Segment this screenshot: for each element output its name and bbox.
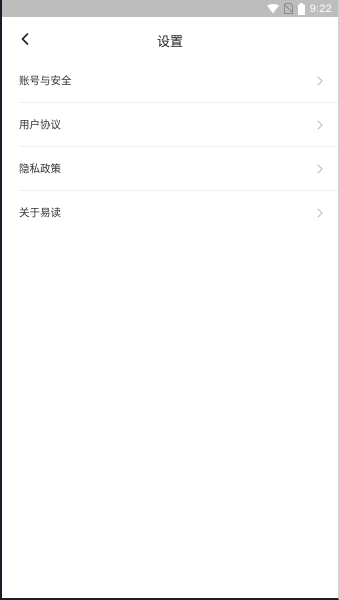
chevron-left-icon xyxy=(21,33,29,45)
settings-item-about[interactable]: 关于易读 xyxy=(19,191,338,234)
status-bar: 9:22 xyxy=(2,0,338,17)
chevron-right-icon xyxy=(316,119,324,131)
back-button[interactable] xyxy=(12,26,38,52)
page-title: 设置 xyxy=(156,34,183,50)
wifi-icon xyxy=(266,3,279,14)
chevron-right-icon xyxy=(316,75,324,87)
no-sim-icon xyxy=(283,3,293,14)
status-time: 9:22 xyxy=(309,2,332,15)
settings-item-label: 用户协议 xyxy=(19,119,61,131)
settings-screen: 9:22 设置 账号与安全 用户协议 隐私政策 关于易读 xyxy=(0,0,339,600)
settings-item-label: 关于易读 xyxy=(19,207,61,219)
settings-item-user-agreement[interactable]: 用户协议 xyxy=(19,103,338,147)
settings-item-label: 账号与安全 xyxy=(19,75,72,87)
chevron-right-icon xyxy=(316,163,324,175)
settings-list: 账号与安全 用户协议 隐私政策 关于易读 xyxy=(2,59,338,234)
settings-item-privacy-policy[interactable]: 隐私政策 xyxy=(19,147,338,191)
settings-item-label: 隐私政策 xyxy=(19,163,61,175)
chevron-right-icon xyxy=(316,207,324,219)
battery-icon xyxy=(297,2,305,15)
settings-item-account-security[interactable]: 账号与安全 xyxy=(19,59,338,103)
app-header: 设置 xyxy=(2,17,338,63)
